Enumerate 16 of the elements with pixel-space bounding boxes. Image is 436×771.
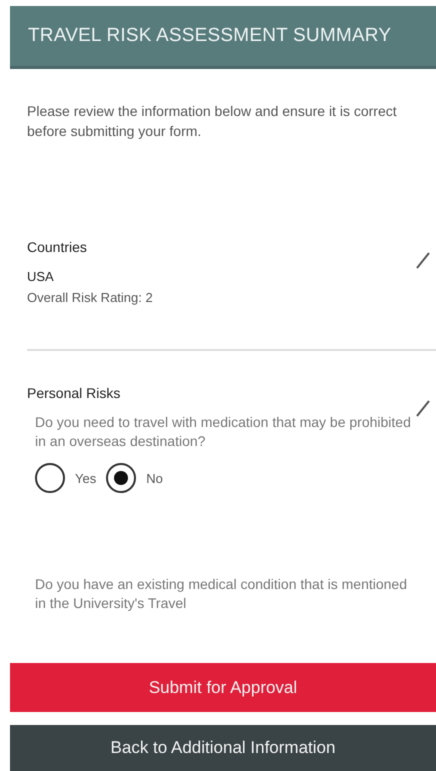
- radio-button[interactable]: [106, 463, 136, 493]
- question-text: Do you need to travel with medication that may be prohibited in an overseas destination?: [34, 413, 412, 451]
- submit-button[interactable]: Submit for Approval: [10, 663, 436, 712]
- section-title: Personal Risks: [27, 385, 122, 401]
- section-title: Countries: [27, 239, 88, 255]
- radio-label: Yes: [75, 470, 96, 486]
- edit-icon[interactable]: [416, 399, 430, 417]
- country-name: USA: [27, 269, 55, 284]
- radio-button[interactable]: [35, 463, 65, 493]
- radio-label: No: [146, 470, 163, 486]
- back-button[interactable]: Back to Additional Information: [10, 725, 436, 771]
- page-title: TRAVEL RISK ASSESSMENT SUMMARY: [28, 25, 392, 47]
- edit-icon[interactable]: [416, 251, 430, 269]
- risk-rating: Overall Risk Rating: 2: [27, 290, 154, 305]
- intro-text: Please review the information below and ensure it is correct before submitting your form.: [27, 102, 398, 141]
- question-text: Do you have an existing medical condition that is mentioned in the University's Travel: [34, 575, 408, 613]
